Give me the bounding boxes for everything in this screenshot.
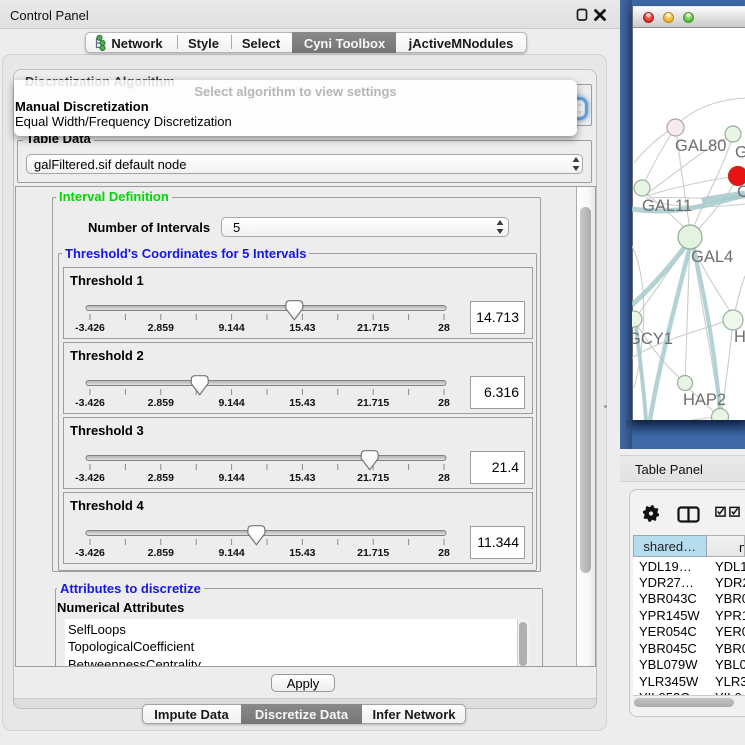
svg-text:21.715: 21.715	[357, 397, 389, 409]
svg-text:21.715: 21.715	[357, 322, 389, 334]
svg-text:2.859: 2.859	[148, 322, 174, 334]
svg-text:GAL80: GAL80	[675, 137, 726, 155]
svg-text:9.144: 9.144	[218, 322, 244, 334]
svg-text:-3.426: -3.426	[75, 547, 105, 559]
svg-text:-3.426: -3.426	[75, 397, 105, 409]
svg-text:GAL4: GAL4	[691, 248, 733, 266]
svg-text:HAP2: HAP2	[683, 391, 726, 409]
svg-text:-3.426: -3.426	[75, 472, 105, 484]
svg-text:28: 28	[438, 472, 450, 484]
svg-text:15.43: 15.43	[289, 547, 315, 559]
svg-text:28: 28	[438, 397, 450, 409]
svg-text:28: 28	[438, 322, 450, 334]
svg-text:2.859: 2.859	[148, 472, 174, 484]
svg-text:9.144: 9.144	[218, 472, 244, 484]
svg-text:C: C	[737, 183, 745, 201]
svg-text:15.43: 15.43	[289, 397, 315, 409]
svg-text:2.859: 2.859	[148, 397, 174, 409]
svg-text:21.715: 21.715	[357, 547, 389, 559]
svg-text:15.43: 15.43	[289, 472, 315, 484]
svg-text:HI: HI	[734, 328, 745, 346]
svg-text:21.715: 21.715	[357, 472, 389, 484]
svg-text:GCY1: GCY1	[632, 330, 673, 348]
svg-text:28: 28	[438, 547, 450, 559]
svg-text:-3.426: -3.426	[75, 322, 105, 334]
svg-text:15.43: 15.43	[289, 322, 315, 334]
svg-text:2.859: 2.859	[148, 547, 174, 559]
svg-text:GA: GA	[735, 144, 745, 162]
svg-text:GAL11: GAL11	[642, 197, 692, 215]
svg-text:9.144: 9.144	[218, 397, 244, 409]
svg-text:9.144: 9.144	[218, 547, 244, 559]
